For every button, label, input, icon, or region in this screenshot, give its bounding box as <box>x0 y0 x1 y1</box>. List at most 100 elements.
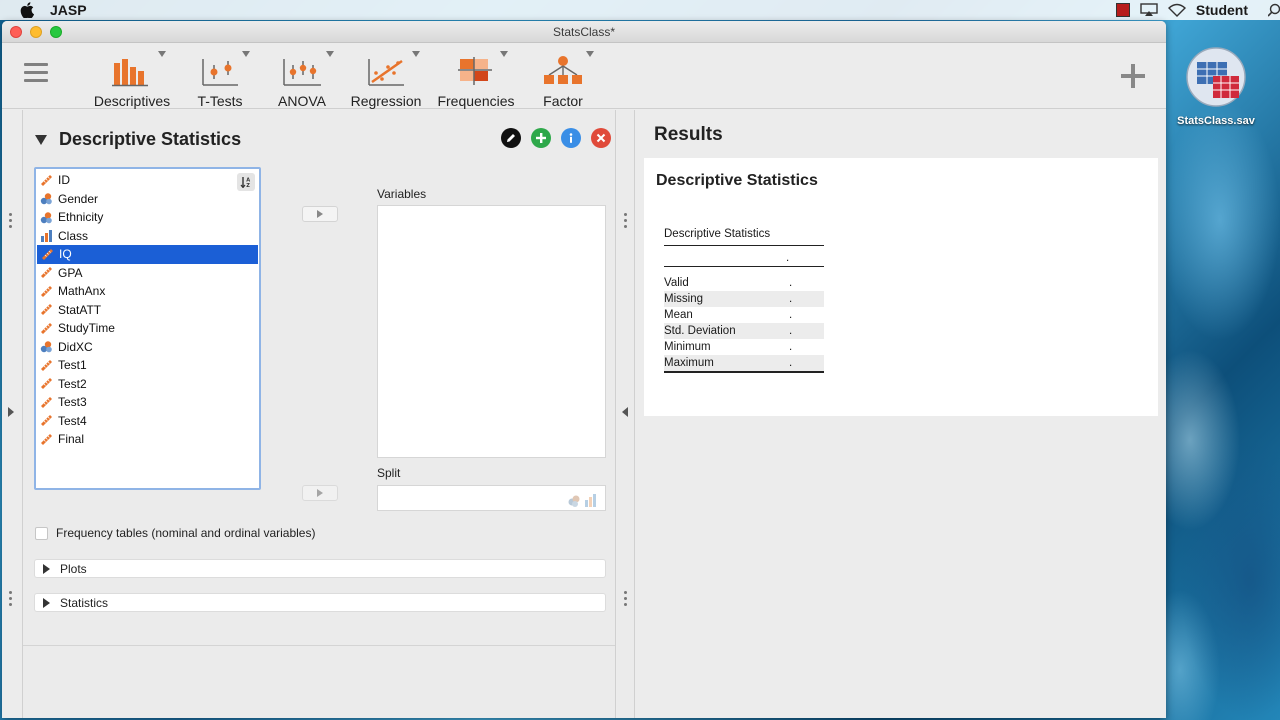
scale-variable-icon <box>39 414 53 428</box>
collapse-triangle-icon[interactable] <box>35 134 47 145</box>
expand-data-panel-arrow-icon[interactable] <box>8 407 14 417</box>
scale-variable-icon <box>40 247 54 261</box>
toolbar-frequencies-button[interactable]: Frequencies <box>436 49 516 109</box>
window-zoom-button[interactable] <box>50 26 62 38</box>
variable-list-item[interactable]: DidXC <box>36 338 259 357</box>
menubar-user[interactable]: Student <box>1196 2 1248 18</box>
table-row-label: Minimum <box>664 341 711 353</box>
scale-variable-icon <box>39 432 53 446</box>
table-row: Valid. <box>664 275 824 291</box>
desktop-file-statsclass[interactable]: StatsClass.sav <box>1176 46 1256 127</box>
window-titlebar[interactable]: StatsClass* <box>2 21 1166 43</box>
variable-list-item[interactable]: Ethnicity <box>36 208 259 227</box>
variable-list-item[interactable]: Class <box>36 227 259 246</box>
t-tests-icon <box>202 59 238 86</box>
variable-list-item[interactable]: Test3 <box>36 393 259 412</box>
statistics-section-label: Statistics <box>60 595 109 610</box>
splitter-grip-top[interactable] <box>624 213 628 231</box>
chevron-down-icon <box>586 51 594 57</box>
panel-splitter[interactable] <box>617 110 635 718</box>
window-minimize-button[interactable] <box>30 26 42 38</box>
split-box-label: Split <box>377 466 401 480</box>
table-row: Maximum. <box>664 355 824 371</box>
add-module-plus-icon[interactable] <box>1120 63 1146 89</box>
wifi-icon[interactable] <box>1167 3 1186 17</box>
table-header-row: . <box>664 246 824 267</box>
variable-list-item[interactable]: Test1 <box>36 356 259 375</box>
chevron-down-icon <box>242 51 250 57</box>
window-title: StatsClass* <box>552 24 616 39</box>
descriptive-statistics-table: Descriptive Statistics . Valid. Missing. M… <box>664 228 824 373</box>
analysis-header[interactable]: Descriptive Statistics <box>35 129 241 150</box>
duplicate-plus-icon[interactable] <box>531 128 551 148</box>
toolbar-anova-button[interactable]: ANOVA <box>276 49 334 109</box>
left-panel-grip-bottom[interactable] <box>9 591 13 609</box>
toolbar-factor-button[interactable]: Factor <box>540 49 594 109</box>
nominal-variable-icon <box>39 192 53 206</box>
table-row-label: Missing <box>664 293 703 305</box>
close-analysis-icon[interactable] <box>591 128 611 148</box>
hamburger-menu-icon[interactable] <box>24 63 48 83</box>
table-row-value: . <box>789 357 793 369</box>
variable-list-item[interactable]: IQ <box>37 245 258 264</box>
variable-name: DidXC <box>58 339 93 354</box>
variable-list-item[interactable]: StudyTime <box>36 319 259 338</box>
svg-text:Z: Z <box>246 183 250 188</box>
variable-list-item[interactable]: Test2 <box>36 375 259 394</box>
table-row: Mean. <box>664 307 824 323</box>
frequency-tables-checkbox-row[interactable]: Frequency tables (nominal and ordinal va… <box>35 526 315 540</box>
assign-to-split-button[interactable] <box>302 485 338 501</box>
spotlight-search-icon[interactable] <box>1268 3 1280 17</box>
split-drop-box[interactable] <box>377 485 606 511</box>
scale-variable-icon <box>39 321 53 335</box>
splitter-grip-bottom[interactable] <box>624 591 628 609</box>
variable-list-item[interactable]: Final <box>36 430 259 449</box>
variable-name: Final <box>58 432 85 447</box>
analysis-options-panel: Descriptive Statistics ID Gender Ethnicity… <box>22 110 616 718</box>
menubar-app-name[interactable]: JASP <box>50 2 87 18</box>
toolbar-t-tests-button[interactable]: T-Tests <box>192 49 250 109</box>
info-icon[interactable] <box>561 128 581 148</box>
results-output-card[interactable]: Descriptive Statistics Descriptive Stati… <box>644 158 1158 416</box>
table-row-value: . <box>789 309 793 321</box>
scale-variable-icon <box>39 377 53 391</box>
variable-list-item[interactable]: Test4 <box>36 412 259 431</box>
airplay-icon[interactable] <box>1140 3 1158 17</box>
toolbar-t-tests-label: T-Tests <box>197 93 243 109</box>
table-row: Missing. <box>664 291 824 307</box>
available-variables-list[interactable]: ID Gender Ethnicity Class IQ GPA MathAnx StatAT… <box>34 167 261 490</box>
left-panel-grip-top[interactable] <box>9 213 13 231</box>
edit-pencil-icon[interactable] <box>501 128 521 148</box>
toolbar-descriptives-button[interactable]: Descriptives <box>92 49 172 109</box>
collapse-results-arrow-icon[interactable] <box>622 407 628 417</box>
variable-list-item[interactable]: Gender <box>36 190 259 209</box>
variables-drop-box[interactable] <box>377 205 606 458</box>
table-row-label: Maximum <box>664 357 714 369</box>
variable-name: Test2 <box>58 376 87 391</box>
variable-name: Gender <box>58 191 99 206</box>
results-pane: Results Descriptive Statistics Descripti… <box>636 110 1166 718</box>
chevron-down-icon <box>326 51 334 57</box>
variable-name: IQ <box>59 247 72 262</box>
plots-section-toggle[interactable]: Plots <box>34 559 606 578</box>
anova-icon <box>283 59 321 86</box>
variable-list-item[interactable]: ID <box>36 171 259 190</box>
variable-name: Test3 <box>58 395 87 410</box>
ribbon-toolbar: Descriptives T-Tests ANOVA Regression Fr… <box>2 43 1166 109</box>
apple-icon[interactable] <box>20 2 36 18</box>
recording-icon[interactable] <box>1115 3 1130 17</box>
assign-to-variables-button[interactable] <box>302 206 338 222</box>
variable-list-item[interactable]: StatATT <box>36 301 259 320</box>
statistics-section-toggle[interactable]: Statistics <box>34 593 606 612</box>
variable-list-item[interactable]: GPA <box>36 264 259 283</box>
sort-variables-icon[interactable]: AZ <box>237 173 255 191</box>
scale-variable-icon <box>39 173 53 187</box>
toolbar-anova-label: ANOVA <box>278 93 326 109</box>
variable-name: StatATT <box>58 302 102 317</box>
table-row: Minimum. <box>664 339 824 355</box>
window-close-button[interactable] <box>10 26 22 38</box>
toolbar-regression-button[interactable]: Regression <box>348 49 424 109</box>
frequency-tables-checkbox[interactable] <box>35 526 48 540</box>
nominal-variable-icon <box>39 340 53 354</box>
variable-list-item[interactable]: MathAnx <box>36 282 259 301</box>
